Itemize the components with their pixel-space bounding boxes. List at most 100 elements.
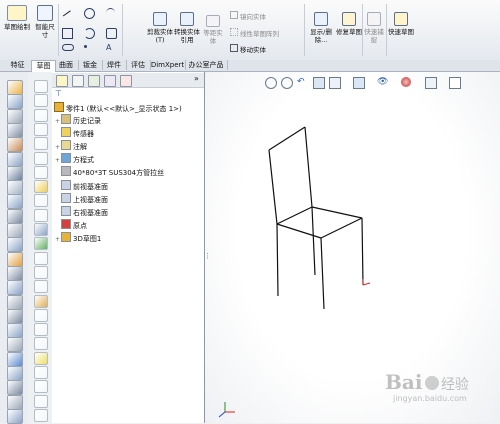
linear-pattern-button[interactable]: 线性草图阵列 [230, 28, 279, 38]
sketch-tool-icon[interactable] [34, 351, 48, 365]
move-entities-button[interactable]: 移动实体 [230, 44, 266, 54]
left-tool-icon[interactable] [7, 380, 23, 396]
left-tool-icon[interactable] [7, 165, 23, 181]
tree-item[interactable]: 原点 [55, 218, 87, 230]
sketch-button[interactable]: 草图绘制 [3, 5, 31, 31]
tree-item[interactable]: 前视基准面 [55, 179, 108, 191]
left-tool-icon[interactable] [7, 80, 23, 95]
left-tool-icon[interactable] [7, 208, 23, 224]
display-delete-relations-button[interactable]: 显示/删除... [306, 12, 336, 44]
left-tool-icon[interactable] [7, 351, 23, 367]
tree-item[interactable]: 40*80*3T SUS304方管拉丝 [55, 166, 164, 177]
configuration-tab-icon[interactable] [88, 75, 100, 87]
tree-item[interactable]: 传感器 [55, 127, 94, 138]
convert-icon [180, 12, 194, 26]
tree-item[interactable]: 右视基准面 [55, 205, 108, 217]
left-tool-icon[interactable] [7, 366, 23, 381]
text-icon[interactable]: A [106, 43, 115, 52]
left-tool-icon[interactable] [7, 294, 23, 310]
offset-entities-button[interactable]: 等距实体 [201, 15, 225, 45]
sketch-tool-icon[interactable] [34, 337, 48, 351]
trim-entities-button[interactable]: 剪裁实体(T) [147, 12, 173, 44]
sketch-tool-icon[interactable] [34, 408, 48, 422]
watermark-brand-suffix: 经验 [440, 377, 469, 393]
arc-icon[interactable] [84, 28, 95, 39]
sketch-tool-icon[interactable] [34, 94, 48, 108]
quick-snaps-button[interactable]: 快速捕捉 [363, 12, 385, 44]
sketch-tool-icon[interactable] [34, 251, 48, 265]
sketch-tool-icon[interactable] [34, 165, 48, 179]
dimxpert-tab-icon[interactable] [104, 75, 116, 87]
feature-tree-tab-icon[interactable] [56, 75, 68, 87]
sketch-tool-icon[interactable] [34, 194, 48, 208]
tree-item[interactable]: +3D草图1 [55, 231, 101, 243]
tree-item[interactable]: + 历史记录 [55, 114, 101, 125]
left-tool-icon[interactable] [7, 237, 23, 253]
tree-item[interactable]: + 注解 [55, 140, 87, 151]
sketch-tool-icon[interactable] [34, 366, 48, 379]
filter-icon[interactable]: ⊤ [55, 89, 62, 98]
tab-7[interactable]: 办公室产品 [185, 60, 228, 70]
rapid-sketch-button[interactable]: 快速草图 [388, 12, 414, 36]
left-tool-icon[interactable] [7, 323, 23, 339]
sketch-tool-icon[interactable] [34, 237, 48, 251]
sketch-tool-icon[interactable] [34, 137, 48, 151]
left-tool-icon[interactable] [7, 223, 23, 238]
left-tool-icon[interactable] [7, 280, 23, 296]
sketch-tool-icon[interactable] [34, 265, 48, 279]
polygon-icon[interactable] [106, 28, 117, 39]
rectangle-icon[interactable] [62, 28, 73, 39]
slot-icon[interactable] [62, 44, 74, 51]
left-tool-icon[interactable] [7, 265, 23, 281]
left-tool-icon[interactable] [7, 94, 23, 110]
sketch-tool-icon[interactable] [34, 80, 48, 93]
move-icon [230, 44, 238, 52]
left-tool-icon[interactable] [7, 137, 23, 153]
sketch-tool-icon[interactable] [34, 223, 48, 236]
left-tool-icon[interactable] [7, 337, 23, 353]
sketch-tool-icon[interactable] [34, 294, 48, 308]
coordinate-triad [218, 402, 235, 418]
sketch-tool-icon[interactable] [34, 308, 48, 322]
sketch-tool-icon[interactable] [34, 151, 48, 165]
tab-2[interactable]: 曲面 [54, 60, 79, 70]
sketch-tool-icon[interactable] [34, 122, 48, 136]
sketch-tool-icon[interactable] [34, 280, 48, 294]
circle-icon[interactable] [84, 8, 95, 19]
tab-1[interactable]: 草图 [31, 60, 56, 72]
left-tool-icon[interactable] [7, 108, 23, 124]
left-tool-icon[interactable] [7, 308, 23, 324]
tab-6[interactable]: DimXpert [150, 60, 186, 70]
left-tool-icon[interactable] [7, 194, 23, 210]
display-manager-tab-icon[interactable] [120, 75, 132, 87]
tree-item[interactable]: 上视基准面 [55, 192, 108, 204]
left-tool-icon[interactable] [7, 180, 23, 196]
left-tool-icon[interactable] [7, 408, 23, 424]
sketch-tool-icon[interactable] [34, 180, 48, 194]
expand-arrow-icon[interactable]: » [194, 74, 199, 83]
tab-5[interactable]: 评估 [126, 60, 151, 70]
left-tool-icon[interactable] [7, 394, 23, 410]
property-manager-tab-icon[interactable] [72, 75, 84, 87]
tab-3[interactable]: 钣金 [78, 60, 103, 70]
sketch-tool-icon[interactable] [34, 394, 48, 408]
sketch-tool-icon[interactable] [34, 380, 48, 394]
point-icon[interactable] [84, 45, 87, 48]
repair-sketch-button[interactable]: 修复草图 [336, 12, 362, 36]
left-tool-icon[interactable] [7, 151, 23, 167]
smart-dimension-button[interactable]: 智能尺寸 [33, 5, 57, 39]
sketch-tool-icon[interactable] [34, 108, 48, 122]
tab-4[interactable]: 焊件 [102, 60, 127, 70]
left-tool-icon[interactable] [7, 251, 23, 267]
tree-item[interactable]: + 方程式 [55, 153, 94, 164]
line-icon[interactable] [62, 9, 71, 17]
panel-collapse-handle[interactable]: ⋮ [204, 250, 211, 262]
convert-entities-button[interactable]: 转换实体引用 [173, 12, 201, 44]
sketch-tool-icon[interactable] [34, 208, 48, 222]
tab-0[interactable]: 特征 [4, 60, 32, 70]
mirror-entities-button[interactable]: 镜向实体 [230, 11, 266, 21]
spline-icon[interactable] [106, 8, 115, 18]
sketch-tool-icon[interactable] [34, 323, 48, 337]
tree-root-part[interactable]: 零件1 (默认<<默认>_显示状态 1>) [54, 102, 182, 113]
left-tool-icon[interactable] [7, 122, 23, 138]
